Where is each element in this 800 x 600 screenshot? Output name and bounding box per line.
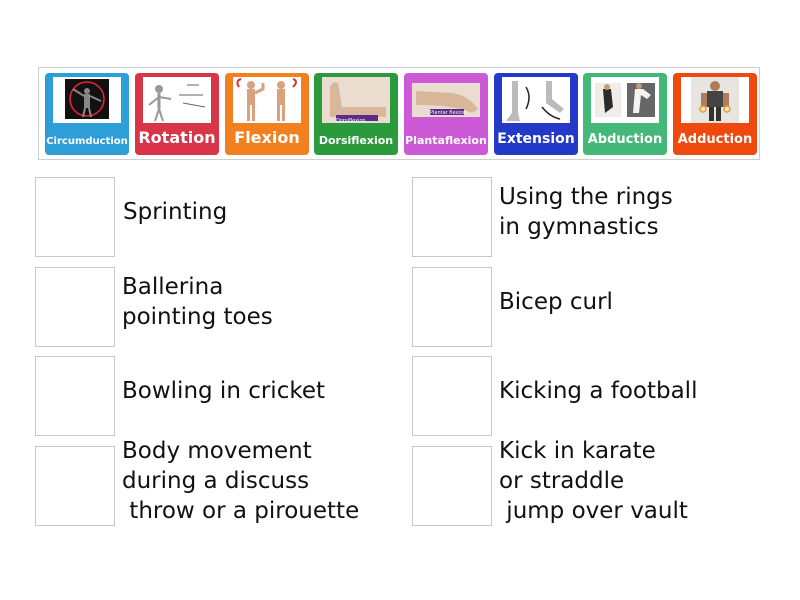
plantaflexion-caption: Plantar flexion xyxy=(430,110,467,116)
foot-dorsiflexion-photo-icon xyxy=(322,77,390,123)
tile-adduction[interactable]: Adduction xyxy=(673,73,757,155)
tile-plantaflexion[interactable]: Plantar flexion Plantaflexion xyxy=(404,73,488,155)
tile-label: Abduction xyxy=(587,132,663,147)
tile-label: Rotation xyxy=(138,128,216,147)
drop-slot[interactable] xyxy=(35,446,115,526)
drop-slot[interactable] xyxy=(412,267,492,347)
item-karate: Kick in karate or straddle jump over vau… xyxy=(499,438,688,524)
leg-extension-figures-icon xyxy=(502,77,570,123)
item-discus: Body movement during a discuss throw or … xyxy=(122,438,360,524)
karate-kick-photo-icon xyxy=(591,77,659,123)
tile-label: Dorsiflexion xyxy=(318,134,394,147)
drop-slot[interactable] xyxy=(412,446,492,526)
skeleton-rotation-diagram-icon xyxy=(143,77,211,123)
drop-slot[interactable] xyxy=(412,177,492,257)
item-ballerina: Ballerina pointing toes xyxy=(122,274,273,330)
tile-label: Adduction xyxy=(677,132,753,147)
flexion-extension-figures-icon xyxy=(233,77,301,123)
tile-flexion[interactable]: Flexion xyxy=(225,73,309,155)
drop-slot[interactable] xyxy=(35,356,115,436)
dorsiflexion-caption: Dorsiflexion xyxy=(336,118,366,124)
tile-abduction[interactable]: Abduction xyxy=(583,73,667,155)
item-sprinting: Sprinting xyxy=(123,199,228,225)
tile-extension[interactable]: Extension xyxy=(494,73,578,155)
drop-slot[interactable] xyxy=(35,177,115,257)
tile-rotation[interactable]: Rotation xyxy=(135,73,219,155)
tile-circumduction[interactable]: Circumduction xyxy=(45,73,129,155)
item-kicking: Kicking a football xyxy=(499,378,698,404)
item-bowling: Bowling in cricket xyxy=(122,378,326,404)
tile-label: Plantaflexion xyxy=(405,134,487,147)
item-bicep-curl: Bicep curl xyxy=(499,289,613,315)
drop-slot[interactable] xyxy=(412,356,492,436)
item-rings: Using the rings in gymnastics xyxy=(499,184,673,240)
tile-label: Flexion xyxy=(234,128,300,147)
answer-tray: Circumduction Rotation Flexion Dorsiflex… xyxy=(38,67,760,160)
drop-slot[interactable] xyxy=(35,267,115,347)
arm-circle-photo-icon xyxy=(53,77,121,123)
tile-label: Circumduction xyxy=(46,136,128,147)
rings-gymnast-photo-icon xyxy=(681,77,749,123)
tile-label: Extension xyxy=(497,131,575,147)
tile-dorsiflexion[interactable]: Dorsiflexion Dorsiflexion xyxy=(314,73,398,155)
